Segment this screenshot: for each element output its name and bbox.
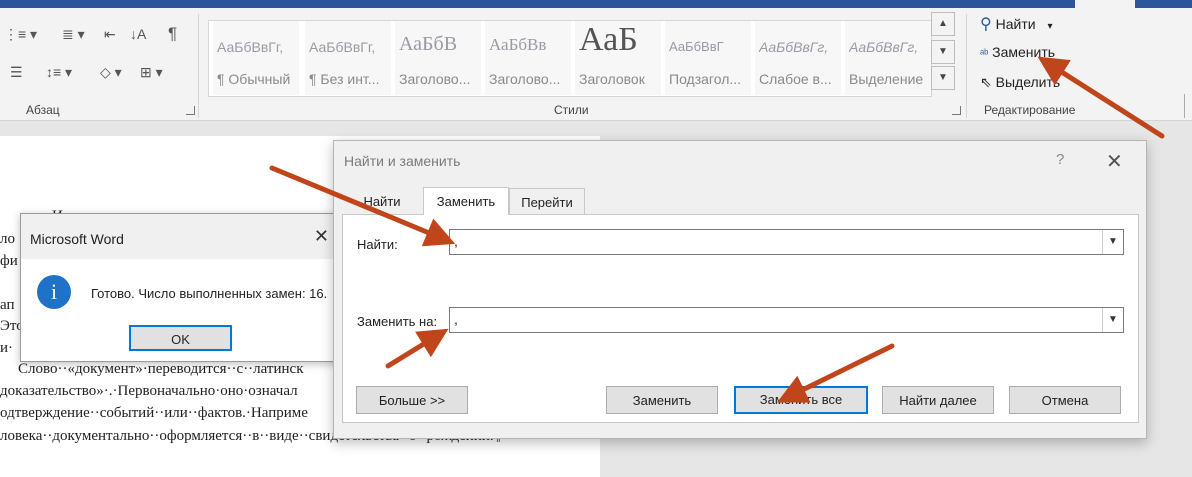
style-name: Заголово... xyxy=(489,71,561,87)
document-line: ло xyxy=(0,231,15,247)
style-item-emphasis[interactable]: АаБбВвГг, Выделение xyxy=(845,21,931,95)
chevron-down-icon: ▾ xyxy=(1047,21,1053,32)
paragraph-group-label: Абзац xyxy=(26,103,60,117)
style-item-subtle-emphasis[interactable]: АаБбВвГг, Слабое в... xyxy=(755,21,841,95)
styles-group-label: Стили xyxy=(554,103,589,117)
style-item-heading-1[interactable]: АаБбВ Заголово... xyxy=(395,21,481,95)
find-button[interactable]: ⚲ Найти ▾ xyxy=(980,14,1052,34)
group-separator xyxy=(966,14,967,118)
multilevel-list-icon[interactable]: ≣ ▾ xyxy=(62,26,85,43)
decrease-indent-icon[interactable]: ⇤ xyxy=(104,26,116,43)
style-name: ¶ Обычный xyxy=(217,71,291,87)
ok-button[interactable]: OK xyxy=(129,325,232,351)
replace-input[interactable]: , ▼ xyxy=(449,307,1124,333)
justify-icon[interactable]: ☰ xyxy=(10,64,23,81)
styles-launcher-icon[interactable] xyxy=(952,106,961,115)
style-name: Слабое в... xyxy=(759,71,832,87)
style-preview: АаБбВвГг, xyxy=(759,39,829,55)
pilcrow-icon[interactable]: ¶ xyxy=(168,24,177,44)
style-preview: АаБбВвГг, xyxy=(309,39,376,55)
numbering-icon[interactable]: ⋮≡ ▾ xyxy=(4,26,37,43)
group-separator xyxy=(1184,94,1185,118)
style-item-normal[interactable]: АаБбВвГг, ¶ Обычный xyxy=(213,21,299,95)
close-icon[interactable]: ✕ xyxy=(314,226,329,247)
replace-icon: ᵃᵇ xyxy=(980,48,989,60)
title-bar-strip xyxy=(0,0,1192,8)
find-label: Найти xyxy=(995,16,1036,32)
style-name: Выделение xyxy=(849,71,924,87)
tab-find[interactable]: Найти xyxy=(339,188,425,214)
find-next-button[interactable]: Найти далее xyxy=(882,386,994,414)
group-separator xyxy=(198,14,199,118)
style-item-title[interactable]: АаБ Заголовок xyxy=(575,21,661,95)
message-box-body: i Готово. Число выполненных замен: 16. O… xyxy=(21,259,343,361)
close-icon[interactable]: ✕ xyxy=(1106,149,1123,174)
replace-field-label: Заменить на: xyxy=(357,314,438,329)
find-input[interactable]: , ▼ xyxy=(449,229,1124,255)
replace-button[interactable]: ᵃᵇ Заменить xyxy=(980,44,1055,60)
more-button[interactable]: Больше >> xyxy=(356,386,468,414)
help-icon[interactable]: ? xyxy=(1056,151,1064,168)
search-icon: ⚲ xyxy=(980,16,992,33)
style-name: Подзагол... xyxy=(669,71,742,87)
find-input-value: , xyxy=(454,233,458,249)
cancel-button[interactable]: Отмена xyxy=(1009,386,1121,414)
style-preview: АаБбВвГг, xyxy=(217,39,284,55)
style-preview: АаБбВвГ xyxy=(669,39,724,54)
document-line: доказательство»·.·Первоначально·оно·озна… xyxy=(0,383,298,399)
style-name: Заголово... xyxy=(399,71,471,87)
replace-input-value: , xyxy=(454,311,458,327)
select-button[interactable]: ⇖ Выделить xyxy=(980,74,1060,91)
style-preview: АаБбВвГг, xyxy=(849,39,919,55)
style-item-heading-2[interactable]: АаБбВв Заголово... xyxy=(485,21,571,95)
gallery-scroll-up-icon[interactable]: ▲ xyxy=(931,12,955,36)
document-line: фи xyxy=(0,253,18,269)
style-preview: АаБбВв xyxy=(489,35,547,54)
replace-all-button[interactable]: Заменить все xyxy=(734,386,868,414)
ribbon: ⋮≡ ▾ ≣ ▾ ⇤ ↓A ¶ ☰ ↕≡ ▾ ◇ ▾ ⊞ ▾ Абзац АаБ… xyxy=(0,8,1192,121)
replace-label: Заменить xyxy=(992,44,1056,60)
info-icon: i xyxy=(37,275,71,309)
message-text: Готово. Число выполненных замен: 16. xyxy=(91,286,328,301)
styles-gallery: АаБбВвГг, ¶ Обычный АаБбВвГг, ¶ Без инт.… xyxy=(208,20,932,97)
style-name: ¶ Без инт... xyxy=(309,71,380,87)
line-spacing-icon[interactable]: ↕≡ ▾ xyxy=(46,64,72,81)
sort-icon[interactable]: ↓A xyxy=(130,26,146,42)
select-label: Выделить xyxy=(995,74,1061,90)
message-box: Microsoft Word ✕ i Готово. Число выполне… xyxy=(20,213,344,362)
document-line: и· xyxy=(0,340,14,356)
borders-icon[interactable]: ⊞ ▾ xyxy=(140,64,163,81)
document-line: одтверждение··событий··или··фактов.·Напр… xyxy=(0,405,308,421)
cursor-icon: ⇖ xyxy=(980,74,992,90)
style-name: Заголовок xyxy=(579,71,645,87)
find-replace-dialog: Найти и заменить ? ✕ Найти Заменить Пере… xyxy=(333,140,1147,439)
style-preview: АаБбВ xyxy=(399,33,458,55)
chevron-down-icon[interactable]: ▼ xyxy=(1102,230,1123,254)
paragraph-launcher-icon[interactable] xyxy=(186,106,195,115)
tab-replace[interactable]: Заменить xyxy=(423,187,509,215)
gallery-scroll-down-icon[interactable]: ▼ xyxy=(931,40,955,64)
style-item-no-spacing[interactable]: АаБбВвГг, ¶ Без инт... xyxy=(305,21,391,95)
document-line: Слово··«документ»·переводится··с··латинс… xyxy=(18,361,304,377)
dialog-title: Найти и заменить xyxy=(344,153,461,169)
tab-goto[interactable]: Перейти xyxy=(509,188,585,214)
shading-icon[interactable]: ◇ ▾ xyxy=(100,64,122,81)
document-line: ап xyxy=(0,297,15,313)
gallery-more-icon[interactable]: ▼ xyxy=(931,66,955,90)
active-ribbon-tab-indicator xyxy=(1075,0,1135,8)
chevron-down-icon[interactable]: ▼ xyxy=(1102,308,1123,332)
style-item-subtitle[interactable]: АаБбВвГ Подзагол... xyxy=(665,21,751,95)
replace-button[interactable]: Заменить xyxy=(606,386,718,414)
message-box-title: Microsoft Word xyxy=(30,231,124,247)
find-field-label: Найти: xyxy=(357,237,398,252)
style-preview: АаБ xyxy=(579,21,638,58)
editing-group-label: Редактирование xyxy=(984,103,1076,117)
